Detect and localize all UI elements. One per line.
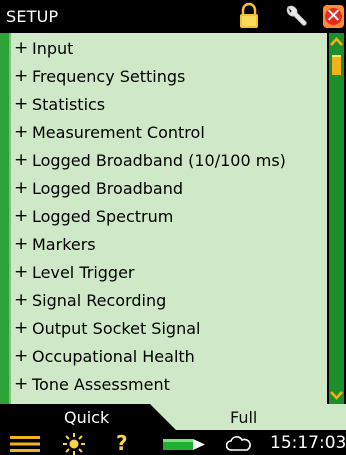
list-item-occupational-health[interactable]: + Occupational Health [0, 343, 327, 371]
title-bar: SETUP ✕ [0, 0, 346, 33]
list-item-label: Tone Assessment [32, 375, 170, 394]
wrench-icon[interactable] [282, 3, 310, 31]
list-item-tone-assessment[interactable]: + Tone Assessment [0, 371, 327, 399]
lock-icon[interactable] [238, 2, 260, 30]
menu-icon[interactable] [10, 436, 40, 452]
setup-list: + Input + Frequency Settings + Statistic… [0, 33, 327, 404]
sun-icon[interactable] [62, 433, 86, 455]
tab-bar: Quick Full [0, 404, 346, 430]
list-item-signal-recording[interactable]: + Signal Recording [0, 287, 327, 315]
list-item-input[interactable]: + Input [0, 35, 327, 63]
expand-icon[interactable]: + [14, 262, 28, 282]
expand-icon[interactable]: + [14, 38, 28, 58]
list-item-output-socket-signal[interactable]: + Output Socket Signal [0, 315, 327, 343]
expand-icon[interactable]: + [14, 234, 28, 254]
expand-icon[interactable]: + [14, 94, 28, 114]
scroll-track[interactable] [329, 33, 344, 404]
expand-icon[interactable]: + [14, 150, 28, 170]
list-item-markers[interactable]: + Markers [0, 231, 327, 259]
list-item-measurement-control[interactable]: + Measurement Control [0, 119, 327, 147]
expand-icon[interactable]: + [14, 290, 28, 310]
close-icon-cross: ✕ [325, 5, 342, 27]
expand-icon[interactable]: + [14, 206, 28, 226]
close-icon[interactable]: ✕ [323, 5, 344, 28]
list-item-label: Signal Recording [32, 291, 167, 310]
list-item-label: Logged Spectrum [32, 207, 174, 226]
list-item-logged-spectrum[interactable]: + Logged Spectrum [0, 203, 327, 231]
list-item-label: Input [32, 39, 74, 58]
list-item-label: Occupational Health [32, 347, 195, 366]
clock: 15:17:03 [270, 433, 346, 453]
list-item-label: Measurement Control [32, 123, 205, 142]
list-item-label: Statistics [32, 95, 106, 114]
list-item-logged-broadband[interactable]: + Logged Broadband [0, 175, 327, 203]
expand-icon[interactable]: + [14, 318, 28, 338]
list-item-frequency-settings[interactable]: + Frequency Settings [0, 63, 327, 91]
expand-icon[interactable]: + [14, 122, 28, 142]
scroll-up-icon[interactable] [329, 35, 344, 50]
tab-full[interactable]: Full [230, 408, 257, 427]
list-item-label: Level Trigger [32, 263, 135, 282]
list-item-label: Logged Broadband [32, 179, 184, 198]
list-item-label: Output Socket Signal [32, 319, 201, 338]
tab-quick[interactable]: Quick [64, 408, 109, 427]
list-item-level-trigger[interactable]: + Level Trigger [0, 259, 327, 287]
scroll-down-icon[interactable] [329, 387, 344, 402]
scroll-thumb[interactable] [332, 55, 341, 75]
expand-icon[interactable]: + [14, 66, 28, 86]
expand-icon[interactable]: + [14, 178, 28, 198]
cloud-icon[interactable] [226, 436, 252, 452]
expand-icon[interactable]: + [14, 374, 28, 394]
list-item-label: Frequency Settings [32, 67, 186, 86]
page-title: SETUP [6, 7, 59, 26]
list-item-statistics[interactable]: + Statistics [0, 91, 327, 119]
list-item-logged-broadband-10-100[interactable]: + Logged Broadband (10/100 ms) [0, 147, 327, 175]
scrollbar[interactable] [327, 33, 346, 404]
list-item-label: Markers [32, 235, 96, 254]
tab-full-shape [150, 404, 346, 430]
battery-icon[interactable] [163, 439, 205, 450]
list-item-label: Logged Broadband (10/100 ms) [32, 151, 286, 170]
help-icon[interactable]: ? [116, 431, 128, 455]
expand-icon[interactable]: + [14, 346, 28, 366]
